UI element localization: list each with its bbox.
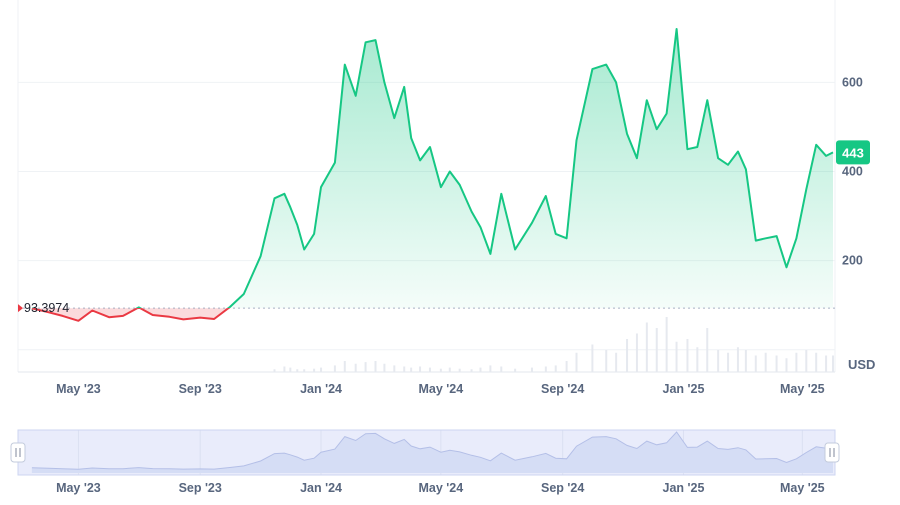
current-price-value: 443 [842, 145, 864, 160]
y-axis: 200 400 600 [842, 75, 863, 267]
range-navigator[interactable] [10, 429, 840, 476]
volume-bars [273, 317, 835, 372]
navigator-right-handle-box [824, 442, 840, 463]
volume-bar [419, 366, 422, 372]
volume-bar [717, 350, 720, 372]
current-price-badge: 443 [836, 140, 870, 165]
volume-bar [439, 368, 442, 372]
volume-bar [383, 363, 386, 372]
volume-bar [744, 350, 747, 372]
volume-bar [626, 339, 629, 372]
volume-bar [333, 365, 336, 372]
volume-bar [479, 367, 482, 372]
x-tick-label: Sep '23 [179, 382, 222, 396]
volume-bar [514, 368, 517, 372]
volume-bar [655, 328, 658, 372]
volume-bar [795, 352, 798, 372]
volume-bar [343, 361, 346, 372]
volume-bar [605, 350, 608, 372]
volume-bar [706, 328, 709, 372]
volume-bar [364, 362, 367, 372]
navigator-x-tick-label: Sep '23 [179, 481, 222, 495]
volume-bar [393, 365, 396, 372]
volume-bar [289, 367, 292, 372]
x-axis: May '23 Sep '23 Jan '24 May '24 Sep '24 Jan '… [56, 382, 825, 396]
x-tick-label: May '25 [780, 382, 825, 396]
baseline-arrow-icon [18, 304, 23, 313]
volume-bar [675, 341, 678, 372]
volume-bar [283, 366, 286, 372]
volume-bar [296, 369, 299, 372]
navigator-right-handle[interactable] [824, 442, 840, 463]
volume-bar [764, 352, 767, 372]
volume-bar [428, 367, 431, 372]
volume-bar [403, 366, 406, 372]
volume-bar [489, 365, 492, 372]
price-chart-svg: 93.3974 200400600 May '23 Sep '23 Jan '24 M… [10, 0, 875, 495]
volume-bar [754, 355, 757, 372]
baseline-value-label: 93.3974 [24, 301, 69, 315]
x-tick-label: Sep '24 [541, 382, 584, 396]
x-tick-label: May '24 [419, 382, 464, 396]
volume-bar [805, 350, 808, 372]
x-tick-label: Jan '25 [663, 382, 705, 396]
volume-bar [727, 352, 730, 372]
volume-bar [303, 369, 306, 372]
volume-bar [313, 368, 316, 372]
volume-bar [410, 367, 413, 372]
volume-bar [686, 339, 689, 372]
volume-bar [530, 367, 533, 372]
x-tick-label: Jan '24 [300, 382, 342, 396]
volume-bar [575, 352, 578, 372]
navigator-selection[interactable] [17, 429, 836, 476]
volume-bar [696, 347, 699, 372]
y-tick-label: 200 [842, 254, 863, 268]
navigator-left-handle-box [10, 442, 26, 463]
volume-bar [470, 369, 473, 372]
currency-unit-label: USD [848, 357, 875, 372]
navigator-left-handle[interactable] [10, 442, 26, 463]
volume-bar [591, 344, 594, 372]
navigator-x-tick-label: May '23 [56, 481, 101, 495]
volume-bar [354, 363, 357, 372]
y-tick-label: 600 [842, 75, 863, 89]
volume-bar [832, 355, 835, 372]
volume-bar [736, 347, 739, 372]
volume-bar [565, 361, 568, 372]
volume-bar [665, 317, 668, 372]
volume-bar [448, 367, 451, 372]
volume-bar [320, 367, 323, 372]
volume-bar [374, 361, 377, 372]
y-tick-label: 400 [842, 165, 863, 179]
volume-bar [273, 369, 276, 372]
volume-bar [544, 366, 547, 372]
navigator-x-tick-label: Jan '24 [300, 481, 342, 495]
navigator-x-tick-label: May '25 [780, 481, 825, 495]
volume-bar [785, 358, 788, 372]
navigator-x-tick-label: Jan '25 [663, 481, 705, 495]
price-chart-widget: 93.3974 200 400 600 May '23 Sep '23 Jan '24 M… [0, 0, 900, 500]
volume-bar [775, 355, 778, 372]
navigator-x-tick-label: May '24 [419, 481, 464, 495]
volume-bar [458, 368, 461, 372]
volume-bar [815, 352, 818, 372]
volume-bar [825, 355, 828, 372]
volume-bar [635, 333, 638, 372]
volume-bar [500, 366, 503, 372]
volume-bar [645, 322, 648, 372]
baseline-marker[interactable]: 93.3974 [18, 301, 69, 315]
volume-bar [554, 365, 557, 372]
navigator-x-axis: May '23 Sep '23 Jan '24 May '24 Sep '24 Jan '… [56, 481, 825, 495]
navigator-x-tick-label: Sep '24 [541, 481, 584, 495]
volume-bar [615, 352, 618, 372]
x-tick-label: May '23 [56, 382, 101, 396]
price-area-above-baseline [31, 29, 833, 309]
